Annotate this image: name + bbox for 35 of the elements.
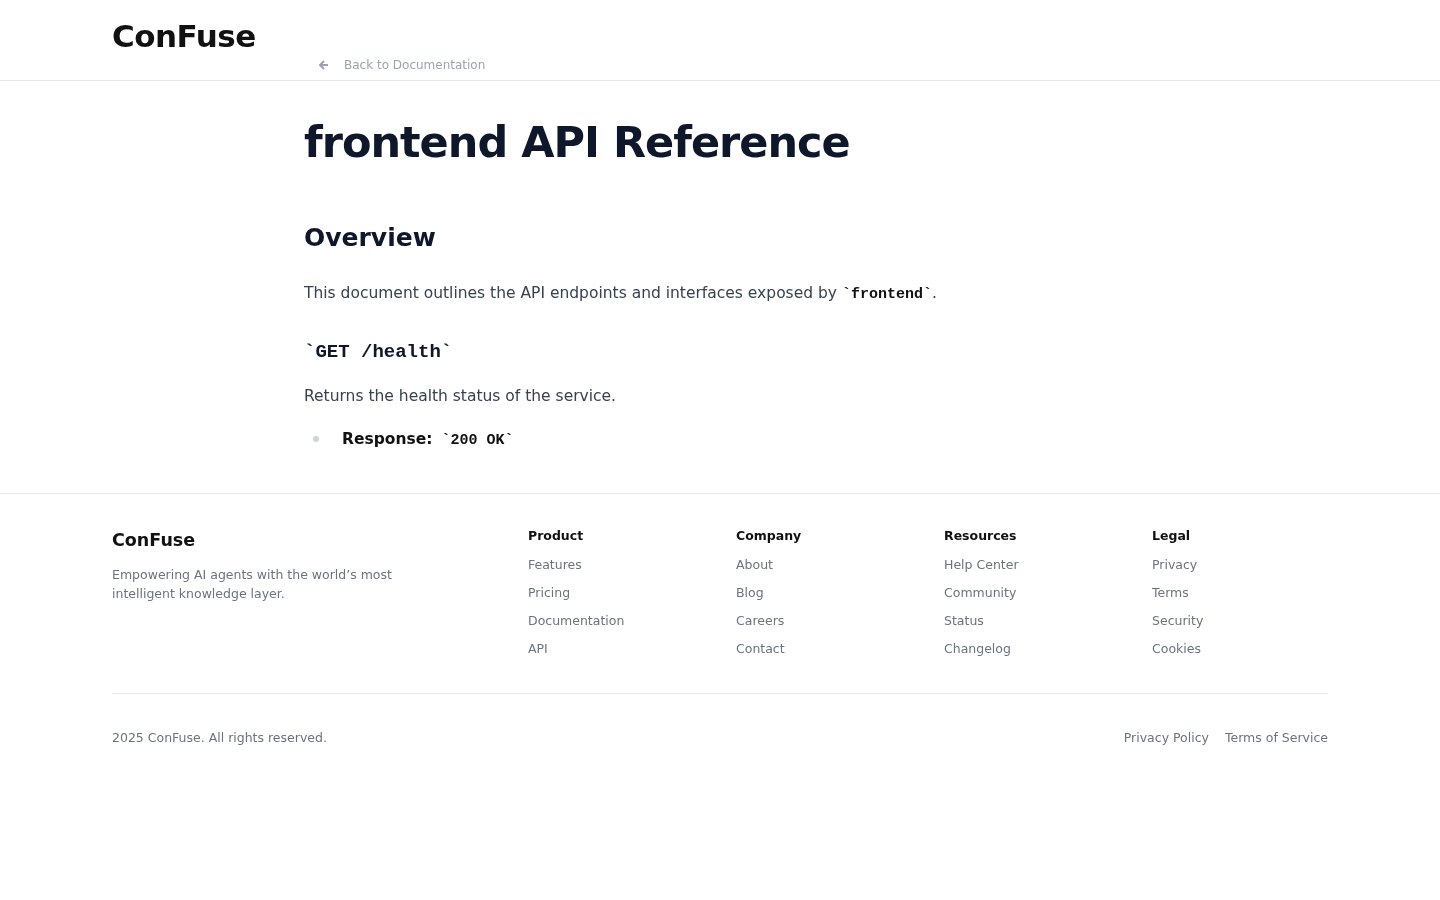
footer-tagline: Empowering AI agents with the world’s most intelligent knowledge layer. bbox=[112, 565, 393, 603]
logo[interactable]: ConFuse bbox=[112, 18, 256, 54]
footer-column-heading: Resources bbox=[944, 527, 1018, 543]
footer-link[interactable]: Documentation bbox=[528, 606, 736, 635]
list-item-text: Response: `200 OK` bbox=[342, 429, 514, 449]
footer-link[interactable]: About bbox=[736, 550, 944, 579]
footer-link[interactable]: Terms of Service bbox=[1225, 723, 1328, 752]
footer-logo[interactable]: ConFuse bbox=[112, 529, 528, 550]
footer-link[interactable]: Terms bbox=[1152, 578, 1360, 607]
footer-column-heading: Product bbox=[528, 527, 585, 543]
footer-link[interactable]: Privacy Policy bbox=[1123, 723, 1209, 752]
arrow-left-icon bbox=[318, 59, 330, 71]
footer-link[interactable]: Changelog bbox=[944, 634, 1152, 663]
footer-link[interactable]: Careers bbox=[736, 606, 944, 635]
copyright-text: 2025 ConFuse. All rights reserved. bbox=[112, 730, 327, 746]
paragraph: This document outlines the API endpoints and interfaces exposed by `frontend`. bbox=[304, 283, 938, 305]
footer-link[interactable]: Security bbox=[1152, 606, 1360, 635]
footer-link[interactable]: Status bbox=[944, 606, 1152, 635]
footer-link[interactable]: API bbox=[528, 634, 736, 663]
back-link[interactable]: Back to Documentation bbox=[318, 58, 486, 72]
endpoint-heading: `GET /health` bbox=[304, 340, 454, 363]
footer-link[interactable]: Pricing bbox=[528, 578, 736, 607]
footer-link[interactable]: Cookies bbox=[1152, 634, 1360, 663]
paragraph: Returns the health status of the service. bbox=[304, 385, 618, 407]
footer-column-heading: Company bbox=[736, 527, 803, 543]
footer-column-heading: Legal bbox=[1152, 527, 1192, 543]
section-heading: Overview bbox=[304, 223, 437, 252]
footer-link[interactable]: Community bbox=[944, 578, 1152, 607]
page-title: frontend API Reference bbox=[304, 117, 851, 167]
footer-link[interactable]: Blog bbox=[736, 578, 944, 607]
footer-link[interactable]: Help Center bbox=[944, 550, 1152, 579]
footer-link[interactable]: Features bbox=[528, 550, 736, 579]
bullet-icon bbox=[313, 436, 319, 443]
footer-link[interactable]: Privacy bbox=[1152, 550, 1360, 579]
footer-link[interactable]: Contact bbox=[736, 634, 944, 663]
